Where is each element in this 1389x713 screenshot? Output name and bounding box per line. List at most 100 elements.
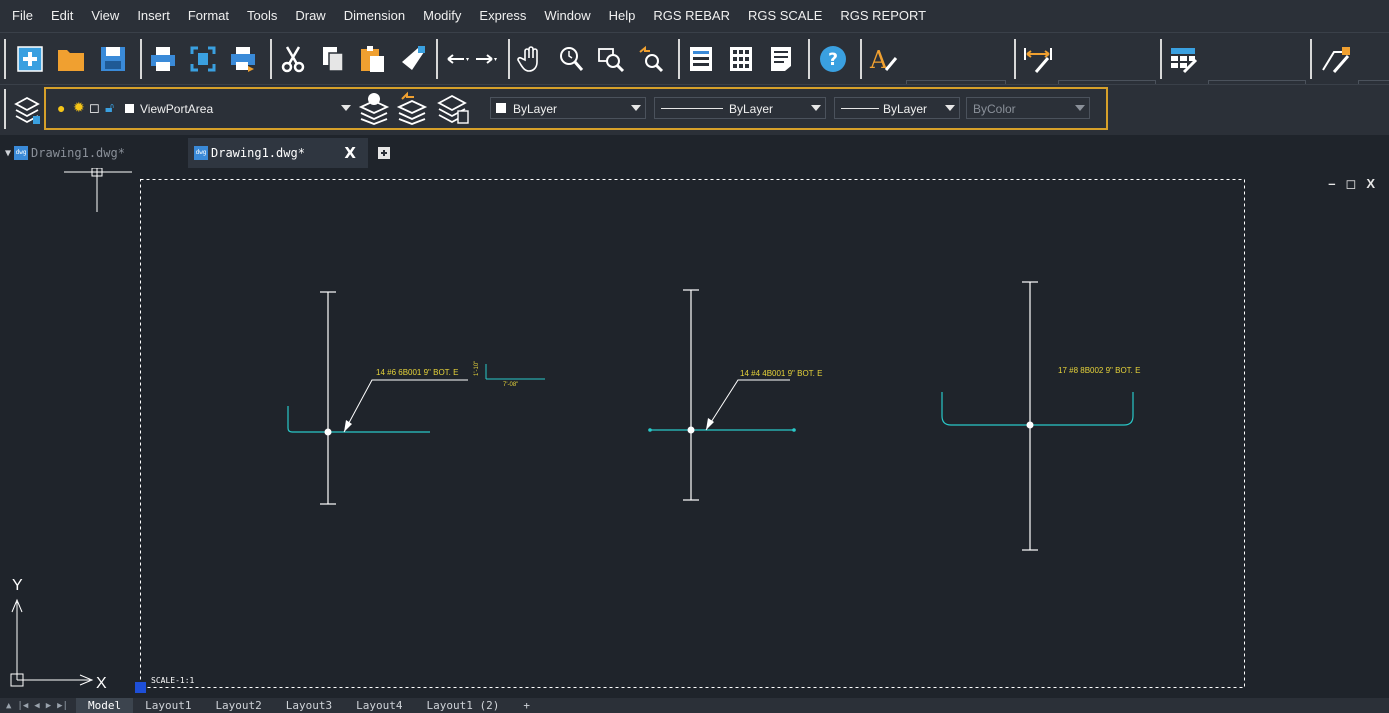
next-tab-icon[interactable]: ▶ [43,701,54,711]
tab-list-chevron-icon[interactable]: ▼ [5,148,11,159]
plot-preview-button[interactable] [186,43,220,75]
rebar-mark-3[interactable] [941,281,1134,551]
close-tab-icon[interactable]: X [344,144,356,162]
toolbar-separator [1310,39,1312,79]
zoom-previous-icon [639,45,664,73]
dwg-file-icon: dwg [14,146,29,160]
layout-tab-layout3[interactable]: Layout3 [274,698,344,713]
sun-freeze-icon[interactable]: ✹ [73,99,85,116]
properties-button[interactable] [684,43,718,75]
menu-dimension[interactable]: Dimension [335,0,414,32]
doc-tab-2-active[interactable]: dwg Drawing1.dwg* X [188,138,368,168]
plot-style-select[interactable]: ByColor [966,97,1090,119]
toolbar-separator [140,39,142,79]
scale-text[interactable]: SCALE-1:1 [151,676,195,685]
cut-button[interactable] [276,43,310,75]
ucs-y-label: Y [12,577,23,594]
dim-vertical-label[interactable]: 1'-10" [474,361,480,376]
menu-format[interactable]: Format [179,0,238,32]
layout-tab-layout2[interactable]: Layout2 [203,698,273,713]
menu-tools[interactable]: Tools [238,0,286,32]
pan-button[interactable] [514,43,548,75]
menu-help[interactable]: Help [600,0,645,32]
pan-icon [517,46,538,72]
layer-select[interactable]: ● ✹ ◻ 🔓︎ ViewPortArea [52,97,356,119]
viewport-freeze-icon[interactable]: ◻ [89,100,100,116]
tool-palettes-button[interactable] [764,43,798,75]
close-icon[interactable]: X [1366,176,1375,192]
toolbar-separator [436,39,438,79]
menu-view[interactable]: View [82,0,128,32]
layout-tabs-bar: ▲ |◀ ◀ ▶ ▶| Model Layout1 Layout2 Layout3 La… [0,698,1389,713]
lineweight-select[interactable]: ByLayer [834,97,960,119]
new-tab-icon [378,147,390,159]
menu-rgs-rebar[interactable]: RGS REBAR [644,0,739,32]
layer-previous-button[interactable] [396,90,428,126]
save-button[interactable] [96,43,130,75]
open-button[interactable] [54,43,88,75]
make-object-layer-current-button[interactable] [358,90,390,126]
menu-insert[interactable]: Insert [128,0,179,32]
first-tab-icon[interactable]: |◀ [14,701,31,711]
scroll-up-icon[interactable]: ▲ [0,701,14,711]
new-tab-button[interactable] [372,138,396,168]
toolbar-grip[interactable] [4,89,6,129]
layout-tab-layout1-2-[interactable]: Layout1 (2) [415,698,512,713]
dim-style-icon [1024,48,1052,73]
drawing-svg[interactable]: 14 #6 6B001 9" BOT. E 1'-10" 7'-08" 14 #… [0,168,1389,698]
layer-color-swatch [125,104,134,113]
layer-manager-button[interactable] [12,93,42,127]
scale-marker[interactable] [135,682,146,693]
menu-file[interactable]: File [0,0,42,32]
prev-tab-icon[interactable]: ◀ [31,701,42,711]
zoom-window-button[interactable] [594,43,628,75]
menu-express[interactable]: Express [470,0,535,32]
menu-modify[interactable]: Modify [414,0,470,32]
new-file-button[interactable] [14,43,46,75]
chevron-down-icon [631,105,641,111]
multileader-style-button[interactable] [1318,43,1354,75]
rebar-mark-2[interactable] [648,289,796,501]
lightbulb-icon[interactable]: ● [57,100,65,116]
toolbar-grip[interactable] [4,39,6,79]
rebar-label-2[interactable]: 14 #4 4B001 9" BOT. E [740,369,822,378]
help-button[interactable]: ? [816,43,850,75]
layout-tab-model[interactable]: Model [75,698,134,713]
text-style-button[interactable]: A [866,43,902,75]
restore-icon[interactable]: ◻ [1346,176,1357,192]
zoom-previous-button[interactable] [634,43,668,75]
paste-button[interactable] [356,43,390,75]
design-center-button[interactable] [724,43,758,75]
drawing-canvas[interactable]: 14 #6 6B001 9" BOT. E 1'-10" 7'-08" 14 #… [0,168,1389,698]
ucs-x-label: X [96,675,107,692]
add-layout-button[interactable]: + [511,698,542,713]
print-button[interactable] [146,43,180,75]
color-select[interactable]: ByLayer [490,97,646,119]
rebar-label-3[interactable]: 17 #8 8B002 9" BOT. E [1058,366,1140,375]
rebar-label-1[interactable]: 14 #6 6B001 9" BOT. E [376,368,458,377]
zoom-realtime-button[interactable] [554,43,588,75]
copy-button[interactable] [316,43,350,75]
publish-button[interactable] [226,43,260,75]
menu-rgs-scale[interactable]: RGS SCALE [739,0,831,32]
dim-small-label[interactable]: 7'-08" [503,382,518,388]
rebar-mark-1[interactable] [287,291,545,505]
menu-window[interactable]: Window [535,0,599,32]
unlock-icon[interactable]: 🔓︎ [105,99,114,116]
layout-tab-layout4[interactable]: Layout4 [344,698,414,713]
minimize-icon[interactable]: – [1328,176,1335,192]
menu-rgs-report[interactable]: RGS REPORT [831,0,935,32]
dim-style-button[interactable] [1020,43,1056,75]
layout-tab-layout1[interactable]: Layout1 [133,698,203,713]
layer-states-button[interactable] [436,90,470,126]
properties-icon [690,47,712,71]
match-properties-button[interactable] [396,43,430,75]
linetype-select[interactable]: ByLayer [654,97,826,119]
undo-redo-group[interactable] [442,43,502,75]
viewport-border[interactable] [140,179,1245,688]
table-style-button[interactable] [1166,43,1202,75]
doc-tab-1[interactable]: ▼ dwg Drawing1.dwg* [0,138,186,168]
menu-draw[interactable]: Draw [286,0,334,32]
last-tab-icon[interactable]: ▶| [54,701,76,711]
menu-edit[interactable]: Edit [42,0,82,32]
